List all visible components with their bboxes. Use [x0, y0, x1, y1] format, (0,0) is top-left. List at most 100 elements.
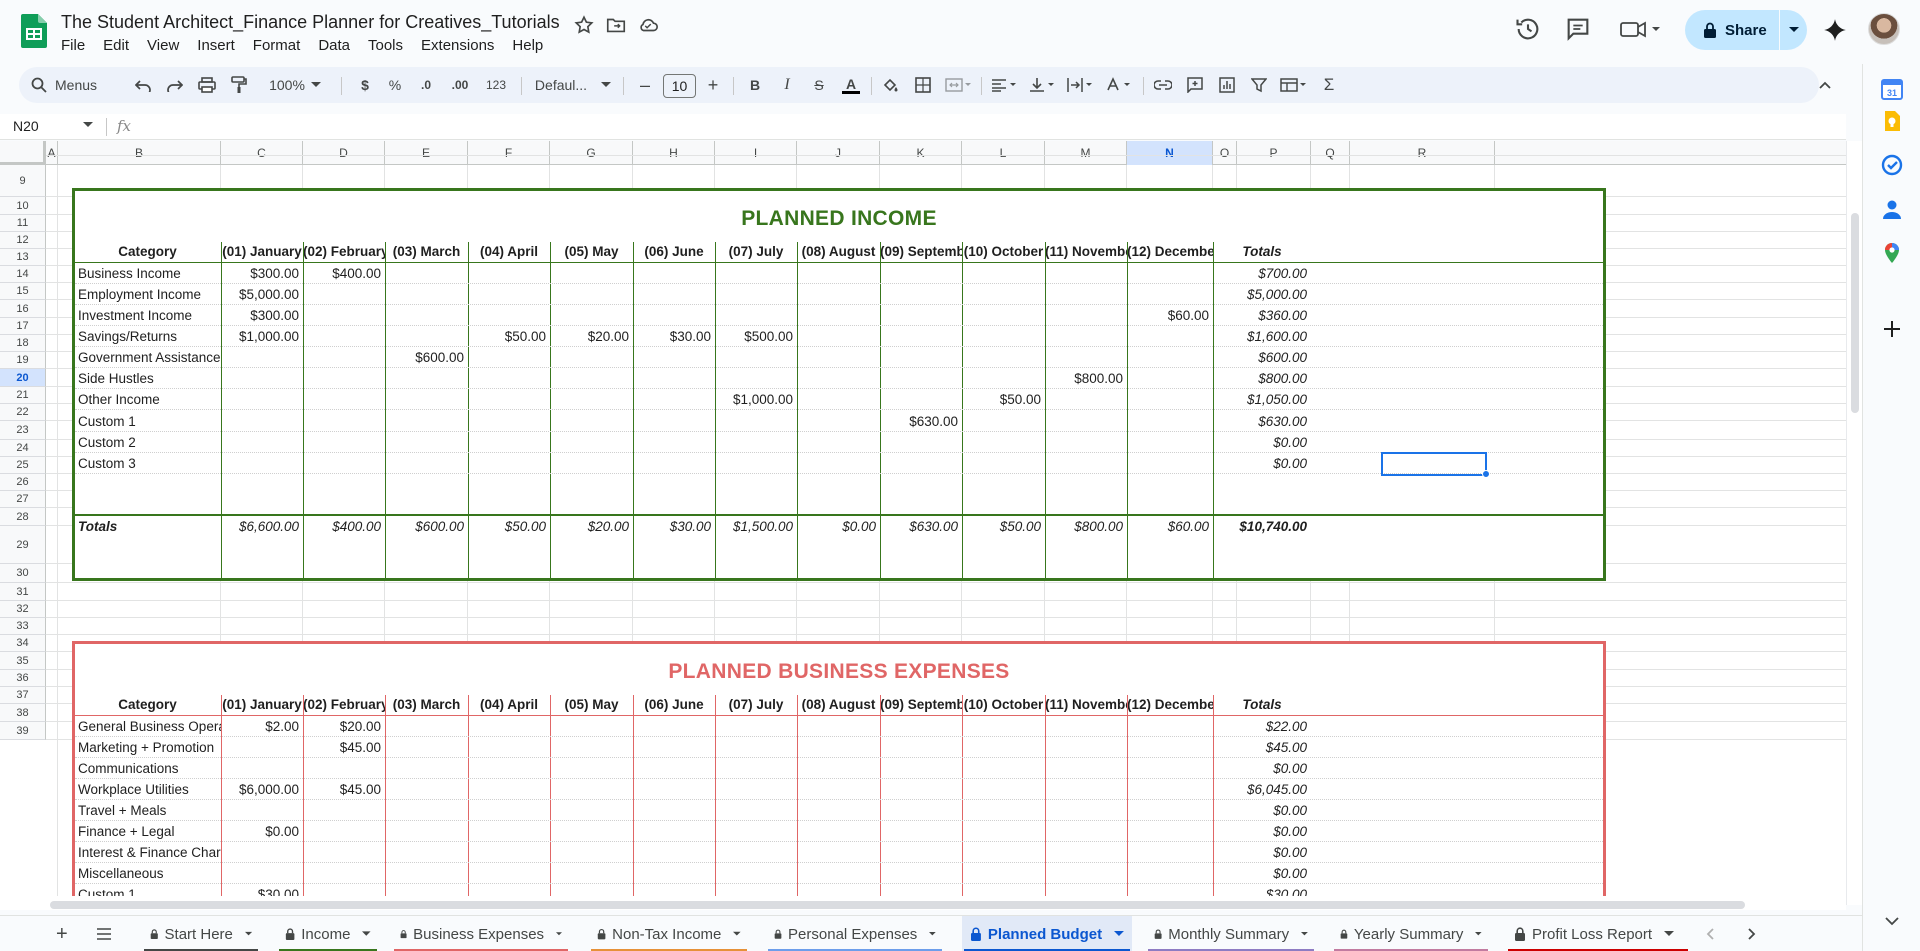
- row-header-14[interactable]: 14: [0, 266, 46, 283]
- add-sheet-button[interactable]: +: [48, 916, 76, 951]
- comments-icon[interactable]: [1564, 15, 1592, 43]
- redo-button[interactable]: [163, 67, 187, 103]
- menus-search[interactable]: Menus: [31, 67, 141, 103]
- row-header-24[interactable]: 24: [0, 440, 46, 457]
- income-cell[interactable]: Employment Income: [78, 287, 221, 304]
- income-cell[interactable]: $60.00: [1127, 308, 1209, 325]
- row-header-18[interactable]: 18: [0, 335, 46, 352]
- expenses-cell[interactable]: $20.00: [303, 719, 381, 736]
- sheet-tab-start-here[interactable]: Start Here: [142, 916, 260, 951]
- income-cell[interactable]: $800.00: [1045, 371, 1123, 388]
- column-header-r[interactable]: R: [1350, 141, 1495, 165]
- sheet-tab-yearly-summary[interactable]: Yearly Summary: [1332, 916, 1490, 951]
- income-cell[interactable]: $5,000.00: [221, 287, 299, 304]
- expenses-cell[interactable]: $0.00: [1213, 803, 1307, 820]
- decrease-decimal-button[interactable]: .0: [413, 67, 439, 103]
- income-cell[interactable]: Investment Income: [78, 308, 221, 325]
- fill-color-button[interactable]: [879, 67, 903, 103]
- row-header-36[interactable]: 36: [0, 670, 46, 687]
- income-total[interactable]: $50.00: [962, 519, 1041, 536]
- income-cell[interactable]: $300.00: [221, 266, 299, 283]
- row-header-34[interactable]: 34: [0, 635, 46, 652]
- row-header-13[interactable]: 13: [0, 249, 46, 266]
- chevron-down-icon[interactable]: [733, 931, 741, 937]
- menu-file[interactable]: File: [52, 36, 94, 58]
- zoom-select[interactable]: 100%: [259, 67, 331, 103]
- menu-extensions[interactable]: Extensions: [412, 36, 503, 58]
- income-cell[interactable]: Government Assistance: [78, 350, 221, 367]
- column-header-m[interactable]: M: [1045, 141, 1127, 165]
- sheet-tab-non-tax-income[interactable]: Non-Tax Income: [589, 916, 749, 951]
- income-total[interactable]: $400.00: [303, 519, 381, 536]
- column-header-f[interactable]: F: [468, 141, 550, 165]
- chevron-down-icon[interactable]: [556, 931, 562, 937]
- print-button[interactable]: [195, 67, 219, 103]
- income-cell[interactable]: Side Hustles: [78, 371, 221, 388]
- expenses-cell[interactable]: Interest & Finance Charges: [78, 845, 221, 862]
- menu-view[interactable]: View: [138, 36, 188, 58]
- cloud-status-icon[interactable]: [637, 14, 659, 36]
- row-header-25[interactable]: 25: [0, 457, 46, 474]
- row-header-11[interactable]: 11: [0, 215, 46, 232]
- column-header-g[interactable]: G: [550, 141, 633, 165]
- expenses-cell[interactable]: $0.00: [1213, 761, 1307, 778]
- column-header-q[interactable]: Q: [1311, 141, 1350, 165]
- income-cell[interactable]: $1,600.00: [1213, 329, 1307, 346]
- all-sheets-button[interactable]: [88, 916, 120, 951]
- sheet-tab-income[interactable]: Income: [277, 916, 379, 951]
- sheet-tab-business-expenses[interactable]: Business Expenses: [392, 916, 570, 951]
- scroll-tabs-right-button[interactable]: [1740, 916, 1764, 951]
- insert-chart-button[interactable]: [1215, 67, 1239, 103]
- expenses-cell[interactable]: $0.00: [1213, 866, 1307, 883]
- income-total[interactable]: $50.00: [468, 519, 546, 536]
- expenses-cell[interactable]: Marketing + Promotion: [78, 740, 221, 757]
- column-header-k[interactable]: K: [880, 141, 962, 165]
- scroll-tabs-left-button[interactable]: [1698, 916, 1722, 951]
- income-cell[interactable]: $600.00: [385, 350, 464, 367]
- income-cell[interactable]: $50.00: [468, 329, 546, 346]
- column-header-a[interactable]: A: [46, 141, 58, 165]
- move-folder-icon[interactable]: [605, 14, 627, 36]
- strikethrough-button[interactable]: S: [807, 67, 831, 103]
- row-header-28[interactable]: 28: [0, 508, 46, 526]
- income-cell[interactable]: $700.00: [1213, 266, 1307, 283]
- italic-button[interactable]: I: [775, 67, 799, 103]
- expenses-cell[interactable]: $22.00: [1213, 719, 1307, 736]
- column-header-c[interactable]: C: [221, 141, 303, 165]
- horizontal-align-button[interactable]: [989, 67, 1021, 103]
- vertical-scroll-thumb[interactable]: [1851, 213, 1859, 413]
- income-cell[interactable]: $1,000.00: [221, 329, 299, 346]
- chevron-down-icon[interactable]: [83, 122, 93, 128]
- user-avatar[interactable]: [1868, 13, 1900, 45]
- column-header-h[interactable]: H: [633, 141, 715, 165]
- row-header-19[interactable]: 19: [0, 352, 46, 369]
- horizontal-scroll-thumb[interactable]: [50, 901, 1745, 909]
- gemini-icon[interactable]: [1822, 17, 1848, 43]
- income-cell[interactable]: Custom 1: [78, 414, 221, 431]
- keep-icon[interactable]: [1881, 110, 1903, 132]
- share-main[interactable]: Share: [1685, 10, 1779, 50]
- expenses-cell[interactable]: Travel + Meals: [78, 803, 221, 820]
- horizontal-scrollbar[interactable]: [0, 896, 1846, 910]
- income-cell[interactable]: Business Income: [78, 266, 221, 283]
- sheets-logo-icon[interactable]: [21, 14, 47, 48]
- income-cell[interactable]: $400.00: [303, 266, 381, 283]
- row-header-35[interactable]: 35: [0, 652, 46, 670]
- menu-insert[interactable]: Insert: [188, 36, 244, 58]
- sheet-tab-personal-expenses[interactable]: Personal Expenses: [766, 916, 944, 951]
- income-total[interactable]: $630.00: [880, 519, 958, 536]
- column-header-b[interactable]: B: [58, 141, 221, 165]
- row-header-10[interactable]: 10: [0, 197, 46, 215]
- currency-format-button[interactable]: $: [353, 67, 377, 103]
- expenses-cell[interactable]: $0.00: [221, 824, 299, 841]
- sheet-tab-profit-loss-report[interactable]: Profit Loss Report: [1506, 916, 1690, 951]
- column-header-i[interactable]: I: [715, 141, 797, 165]
- sheet-cells[interactable]: PLANNED INCOME Category (01) January (02) F…: [46, 155, 1846, 905]
- fill-handle[interactable]: [1482, 470, 1490, 478]
- expenses-cell[interactable]: $0.00: [1213, 845, 1307, 862]
- income-cell[interactable]: $5,000.00: [1213, 287, 1307, 304]
- row-header-21[interactable]: 21: [0, 387, 46, 404]
- insert-link-button[interactable]: [1151, 67, 1175, 103]
- expand-panel-icon[interactable]: [1885, 914, 1899, 928]
- increase-font-size-button[interactable]: +: [701, 67, 725, 103]
